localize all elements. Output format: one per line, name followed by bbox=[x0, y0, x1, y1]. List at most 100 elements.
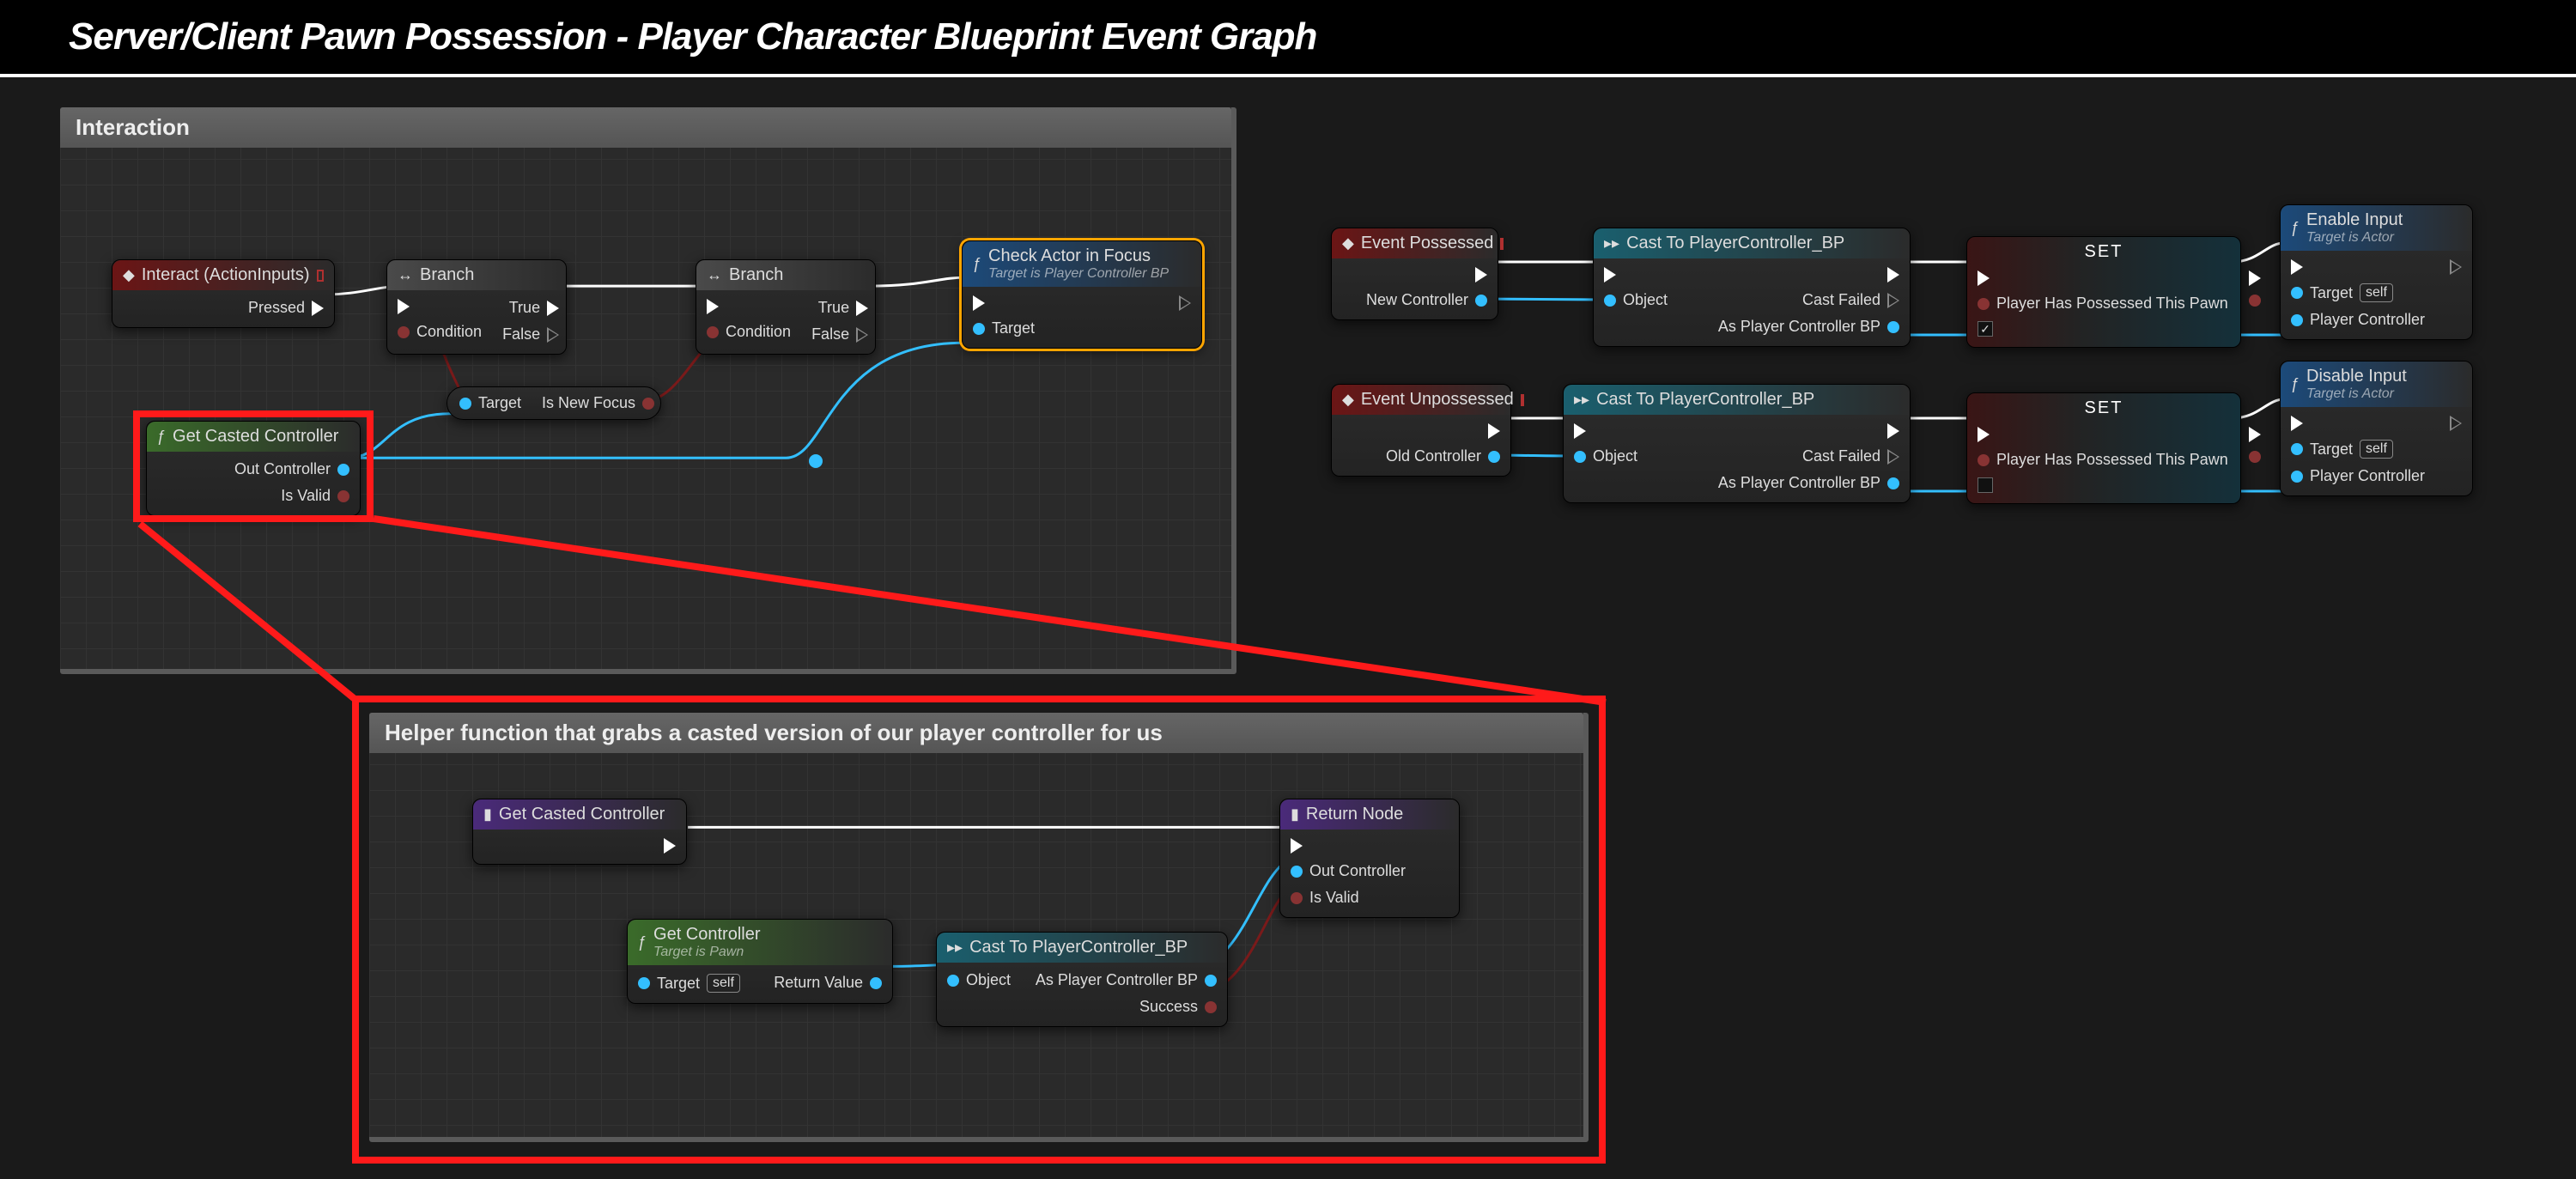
graph-canvas[interactable]: Interaction ◆ Interact (ActionInputs) Pr… bbox=[0, 77, 2576, 1170]
cast-icon: ▸▸ bbox=[1574, 391, 1589, 409]
pin-out-val[interactable] bbox=[2249, 451, 2261, 463]
node-get-casted-controller[interactable]: ƒ Get Casted Controller Out Controller I… bbox=[146, 421, 361, 516]
exec-out[interactable] bbox=[2249, 270, 2261, 286]
pin-player-controller[interactable]: Player Controller bbox=[2291, 311, 2425, 329]
node-helper-entry[interactable]: ▮ Get Casted Controller bbox=[472, 799, 687, 865]
event-icon: ◆ bbox=[1342, 234, 1354, 252]
panel-interaction[interactable]: Interaction ◆ Interact (ActionInputs) Pr… bbox=[60, 107, 1236, 674]
pin-success[interactable]: Success bbox=[1139, 998, 1217, 1016]
delegate-pin[interactable] bbox=[1521, 394, 1524, 406]
pin-target[interactable]: Target bbox=[459, 394, 521, 412]
pin-true[interactable]: True bbox=[818, 299, 868, 317]
pin-cast-failed[interactable]: Cast Failed bbox=[1802, 447, 1899, 465]
node-enable-input[interactable]: ƒ Enable Input Target is Actor Targetsel… bbox=[2280, 204, 2473, 340]
node-interact-action[interactable]: ◆ Interact (ActionInputs) Pressed bbox=[112, 259, 335, 328]
function-icon: ƒ bbox=[973, 255, 981, 273]
exec-out[interactable] bbox=[2450, 259, 2462, 275]
exec-out[interactable] bbox=[2450, 416, 2462, 431]
node-branch-1[interactable]: ↔ Branch Condition True False bbox=[386, 259, 567, 355]
panel-interaction-title: Interaction bbox=[60, 107, 1231, 148]
exec-out[interactable] bbox=[1887, 423, 1899, 439]
self-chip: self bbox=[2360, 283, 2393, 302]
node-return[interactable]: ▮ Return Node Out Controller Is Valid bbox=[1279, 799, 1460, 918]
pin-target[interactable]: Targetself bbox=[2291, 283, 2425, 302]
pin-as-player-controller[interactable]: As Player Controller BP bbox=[1036, 971, 1217, 989]
node-check-actor-in-focus[interactable]: ƒ Check Actor in Focus Target is Player … bbox=[962, 240, 1202, 349]
pin-var-name[interactable]: Player Has Possessed This Pawn bbox=[1978, 295, 2228, 313]
exec-out[interactable] bbox=[1475, 267, 1487, 283]
exec-in[interactable] bbox=[707, 299, 791, 314]
panel-helper[interactable]: Helper function that grabs a casted vers… bbox=[369, 713, 1589, 1142]
pin-target[interactable]: Targetself bbox=[638, 974, 740, 993]
node-title: Branch bbox=[420, 265, 474, 285]
node-title: Get Controller bbox=[653, 925, 761, 944]
node-title: SET bbox=[1967, 393, 2240, 418]
pin-true[interactable]: True bbox=[509, 299, 559, 317]
node-is-new-focus-getter[interactable]: Target Is New Focus bbox=[447, 386, 661, 420]
exec-in[interactable] bbox=[2291, 416, 2425, 431]
exec-out[interactable] bbox=[2249, 427, 2261, 442]
node-subtitle: Target is Actor bbox=[2306, 386, 2407, 402]
pin-condition[interactable]: Condition bbox=[398, 323, 482, 341]
pin-object[interactable]: Object bbox=[1574, 447, 1637, 465]
cast-icon: ▸▸ bbox=[947, 939, 963, 957]
exec-in[interactable] bbox=[1604, 267, 1668, 283]
node-cast-player-controller-1[interactable]: ▸▸ Cast To PlayerController_BP Object Ca… bbox=[1593, 228, 1911, 347]
node-title: Check Actor in Focus bbox=[988, 246, 1151, 265]
exec-in[interactable] bbox=[398, 299, 482, 314]
node-get-controller[interactable]: ƒ Get Controller Target is Pawn Targetse… bbox=[627, 919, 893, 1004]
delegate-pin[interactable] bbox=[1500, 238, 1504, 250]
delegate-pin[interactable] bbox=[317, 270, 325, 282]
pin-out-controller[interactable]: Out Controller bbox=[234, 460, 349, 478]
pin-is-valid[interactable]: Is Valid bbox=[1291, 889, 1406, 907]
pin-target[interactable]: Targetself bbox=[2291, 440, 2425, 459]
pin-player-controller[interactable]: Player Controller bbox=[2291, 467, 2425, 485]
pin-cast-failed[interactable]: Cast Failed bbox=[1802, 291, 1899, 309]
exec-in[interactable] bbox=[1291, 838, 1406, 854]
pin-object[interactable]: Object bbox=[1604, 291, 1668, 309]
node-branch-2[interactable]: ↔ Branch Condition True False bbox=[696, 259, 876, 355]
tunnel-icon: ▮ bbox=[483, 805, 492, 823]
pin-false[interactable]: False bbox=[502, 325, 559, 343]
exec-out[interactable] bbox=[1887, 267, 1899, 283]
panel-helper-title: Helper function that grabs a casted vers… bbox=[369, 713, 1583, 753]
pin-target[interactable]: Target bbox=[973, 319, 1035, 337]
pin-checkbox[interactable] bbox=[1978, 477, 2228, 493]
node-set-possessed-flag-2[interactable]: SET Player Has Possessed This Pawn bbox=[1966, 392, 2241, 504]
exec-out[interactable] bbox=[664, 838, 676, 854]
node-title: Interact (ActionInputs) bbox=[142, 265, 310, 285]
pin-checkbox[interactable]: ✓ bbox=[1978, 321, 2228, 337]
node-cast-player-controller-2[interactable]: ▸▸ Cast To PlayerController_BP Object Ca… bbox=[1563, 384, 1911, 503]
pin-is-new-focus[interactable]: Is New Focus bbox=[542, 394, 654, 412]
node-event-unpossessed[interactable]: ◆ Event Unpossessed Old Controller bbox=[1331, 384, 1511, 477]
node-event-possessed[interactable]: ◆ Event Possessed New Controller bbox=[1331, 228, 1498, 320]
pin-new-controller[interactable]: New Controller bbox=[1366, 291, 1487, 309]
node-subtitle: Target is Pawn bbox=[653, 945, 761, 960]
exec-in[interactable] bbox=[973, 295, 1035, 311]
exec-out[interactable] bbox=[1488, 423, 1500, 439]
node-disable-input[interactable]: ƒ Disable Input Target is Actor Targetse… bbox=[2280, 361, 2473, 496]
pin-out-val[interactable] bbox=[2249, 295, 2261, 307]
pin-pressed[interactable]: Pressed bbox=[248, 299, 324, 317]
self-chip: self bbox=[707, 974, 740, 993]
reroute-node[interactable] bbox=[809, 454, 823, 468]
pin-is-valid[interactable]: Is Valid bbox=[281, 487, 349, 505]
pin-as-player-controller[interactable]: As Player Controller BP bbox=[1718, 318, 1899, 336]
exec-in[interactable] bbox=[1574, 423, 1637, 439]
pin-old-controller[interactable]: Old Controller bbox=[1386, 447, 1500, 465]
pin-out-controller[interactable]: Out Controller bbox=[1291, 862, 1406, 880]
exec-in[interactable] bbox=[1978, 427, 2228, 442]
exec-in[interactable] bbox=[2291, 259, 2425, 275]
node-title: Cast To PlayerController_BP bbox=[1596, 390, 1814, 410]
node-cast-player-controller-helper[interactable]: ▸▸ Cast To PlayerController_BP Object As… bbox=[936, 932, 1228, 1027]
node-title: Disable Input bbox=[2306, 367, 2407, 386]
exec-in[interactable] bbox=[1978, 270, 2228, 286]
pin-as-player-controller[interactable]: As Player Controller BP bbox=[1718, 474, 1899, 492]
pin-false[interactable]: False bbox=[811, 325, 868, 343]
exec-out[interactable] bbox=[1179, 295, 1191, 311]
node-set-possessed-flag-1[interactable]: SET Player Has Possessed This Pawn ✓ bbox=[1966, 236, 2241, 348]
pin-object[interactable]: Object bbox=[947, 971, 1011, 989]
pin-var-name[interactable]: Player Has Possessed This Pawn bbox=[1978, 451, 2228, 469]
pin-return-value[interactable]: Return Value bbox=[774, 974, 882, 992]
pin-condition[interactable]: Condition bbox=[707, 323, 791, 341]
